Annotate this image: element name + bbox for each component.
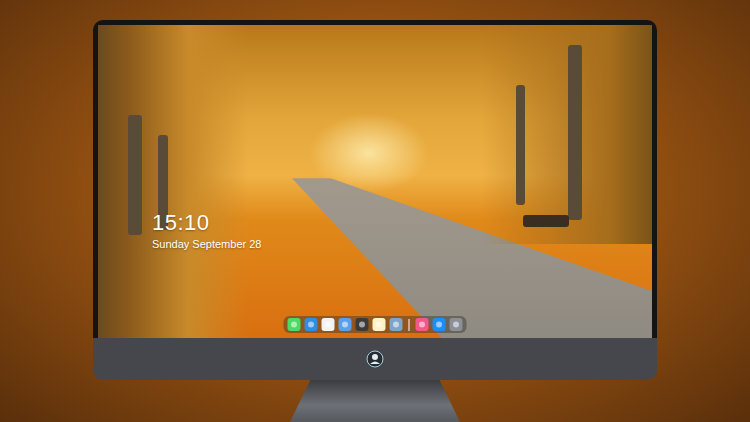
app-icon[interactable]	[373, 318, 386, 331]
app-icon[interactable]	[390, 318, 403, 331]
dock	[284, 316, 467, 333]
desktop-background: 15:10 Sunday September 28	[0, 0, 750, 422]
screen: 15:10 Sunday September 28	[98, 25, 652, 338]
clock-date: Sunday September 28	[152, 237, 261, 251]
bench	[523, 215, 569, 227]
tree-trunk	[516, 85, 525, 205]
app-icon[interactable]	[356, 318, 369, 331]
monitor-stand	[290, 380, 460, 422]
clock-time: 15:10	[152, 211, 261, 235]
monitor-chin	[93, 338, 657, 380]
logo-icon	[366, 350, 384, 368]
app-icon[interactable]	[305, 318, 318, 331]
app-icon[interactable]	[322, 318, 335, 331]
wallpaper-trees	[482, 25, 652, 244]
app-icon[interactable]	[433, 318, 446, 331]
dock-separator	[409, 319, 410, 331]
tree-trunk	[568, 45, 582, 220]
monitor: 15:10 Sunday September 28	[93, 20, 657, 380]
app-icon[interactable]	[450, 318, 463, 331]
tree-trunk	[128, 115, 142, 235]
monitor-bezel: 15:10 Sunday September 28	[93, 20, 657, 338]
app-icon[interactable]	[339, 318, 352, 331]
app-icon[interactable]	[288, 318, 301, 331]
app-icon[interactable]	[416, 318, 429, 331]
wallpaper-trees	[98, 25, 248, 338]
lock-clock: 15:10 Sunday September 28	[152, 211, 261, 251]
